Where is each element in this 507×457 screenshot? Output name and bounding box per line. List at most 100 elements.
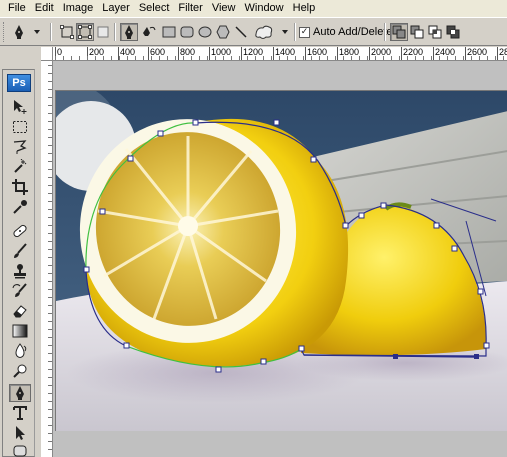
pen-tool-option-icon[interactable] — [120, 23, 138, 41]
options-bar: ✓ Auto Add/Delete — [0, 17, 507, 46]
ruler-minor-tick — [48, 353, 52, 354]
gradient-tool-icon[interactable] — [9, 322, 31, 340]
rounded-rectangle-icon[interactable] — [178, 23, 196, 41]
ruler-minor-tick — [48, 385, 52, 386]
menu-view[interactable]: View — [208, 0, 241, 17]
options-bar-grip[interactable] — [3, 22, 6, 42]
ruler-minor-tick — [48, 161, 52, 162]
ruler-label: 2000 — [371, 47, 392, 57]
menu-edit[interactable]: Edit — [31, 0, 59, 17]
ruler-minor-tick — [48, 321, 52, 322]
photoshop-logo[interactable]: Ps — [7, 74, 31, 92]
path-selection-tool-icon[interactable] — [9, 424, 31, 442]
freeform-pen-icon[interactable] — [140, 23, 158, 41]
polygon-icon[interactable] — [214, 23, 232, 41]
ruler-minor-tick — [48, 153, 52, 154]
ruler-corner — [41, 47, 53, 61]
ruler-minor-tick — [215, 56, 216, 60]
ellipse-icon[interactable] — [196, 23, 214, 41]
brush-tool-icon[interactable] — [9, 242, 31, 260]
ruler-label: 1000 — [211, 47, 232, 57]
shape-tool-icon[interactable] — [9, 442, 31, 457]
ruler-label: 2600 — [467, 47, 488, 57]
intersect-path-areas-icon[interactable] — [426, 23, 444, 41]
ruler-minor-tick — [279, 56, 280, 60]
tool-preset-pen-icon[interactable] — [10, 23, 28, 41]
ruler-minor-tick — [247, 56, 248, 60]
geometry-options-dropdown-icon[interactable] — [280, 23, 290, 41]
ruler-minor-tick — [48, 297, 52, 298]
ruler-minor-tick — [79, 56, 80, 60]
ruler-minor-tick — [48, 209, 52, 210]
ruler-minor-tick — [48, 145, 52, 146]
ruler-minor-tick — [391, 56, 392, 60]
menu-image[interactable]: Image — [59, 0, 99, 17]
menu-file[interactable]: File — [4, 0, 31, 17]
ruler-minor-tick — [48, 185, 52, 186]
paths-mode-icon[interactable] — [76, 23, 94, 41]
menu-window[interactable]: Window — [241, 0, 289, 17]
ruler-minor-tick — [351, 56, 352, 60]
clone-stamp-tool-icon[interactable] — [9, 262, 31, 280]
ruler-minor-tick — [263, 56, 264, 60]
shape-layers-icon[interactable] — [58, 23, 76, 41]
ruler-minor-tick — [119, 56, 120, 60]
ruler-minor-tick — [48, 393, 52, 394]
pen-tool-icon[interactable] — [9, 384, 31, 402]
ruler-minor-tick — [48, 193, 52, 194]
ruler-minor-tick — [407, 56, 408, 60]
left-ruler[interactable] — [41, 61, 53, 457]
ruler-minor-tick — [383, 56, 384, 60]
ruler-minor-tick — [255, 56, 256, 60]
subtract-from-path-area-icon[interactable] — [408, 23, 426, 41]
healing-brush-tool-icon[interactable] — [9, 222, 31, 240]
custom-shape-icon[interactable] — [252, 23, 276, 41]
ruler-minor-tick — [48, 289, 52, 290]
eraser-tool-icon[interactable] — [9, 302, 31, 320]
lasso-tool-icon[interactable] — [9, 138, 31, 156]
ruler-minor-tick — [167, 56, 168, 60]
type-tool-icon[interactable] — [9, 404, 31, 422]
ruler-minor-tick — [71, 56, 72, 60]
ruler-minor-tick — [231, 56, 232, 60]
separator — [114, 23, 116, 41]
rectangle-shape-icon[interactable] — [160, 23, 178, 41]
ruler-minor-tick — [503, 56, 504, 60]
ruler-label: 0 — [57, 47, 63, 57]
lemon-photo[interactable] — [55, 90, 507, 431]
ruler-minor-tick — [423, 56, 424, 60]
move-tool-icon[interactable] — [9, 98, 31, 116]
ruler-minor-tick — [447, 56, 448, 60]
menu-layer[interactable]: Layer — [98, 0, 135, 17]
ruler-minor-tick — [48, 249, 52, 250]
dodge-tool-icon[interactable] — [9, 362, 31, 380]
history-brush-tool-icon[interactable] — [9, 282, 31, 300]
crop-tool-icon[interactable] — [9, 178, 31, 196]
ruler-minor-tick — [431, 56, 432, 60]
add-to-path-area-icon[interactable] — [390, 23, 408, 41]
blur-tool-icon[interactable] — [9, 342, 31, 360]
ruler-minor-tick — [48, 313, 52, 314]
ruler-minor-tick — [48, 177, 52, 178]
line-icon[interactable] — [232, 23, 250, 41]
ruler-minor-tick — [175, 56, 176, 60]
menu-select[interactable]: Select — [135, 0, 175, 17]
ruler-minor-tick — [159, 56, 160, 60]
eyedropper-tool-icon[interactable] — [9, 198, 31, 216]
ruler-minor-tick — [311, 56, 312, 60]
ruler-minor-tick — [375, 56, 376, 60]
menu-help[interactable]: Help — [289, 0, 321, 17]
auto-add-delete-label: Auto Add/Delete — [313, 26, 393, 38]
top-ruler[interactable]: 0 200 400 600 800 1000 1200 1400 1600 18… — [41, 47, 507, 61]
ruler-minor-tick — [135, 56, 136, 60]
auto-add-delete-checkbox[interactable]: ✓ — [299, 27, 310, 38]
menu-filter[interactable]: Filter — [174, 0, 207, 17]
ruler-minor-tick — [48, 273, 52, 274]
marquee-tool-icon[interactable] — [9, 118, 31, 136]
magic-wand-tool-icon[interactable] — [9, 158, 31, 176]
ruler-minor-tick — [48, 425, 52, 426]
ruler-minor-tick — [63, 56, 64, 60]
fill-pixels-icon[interactable] — [94, 23, 112, 41]
exclude-overlapping-path-areas-icon[interactable] — [444, 23, 462, 41]
tool-preset-dropdown-icon[interactable] — [32, 23, 42, 41]
